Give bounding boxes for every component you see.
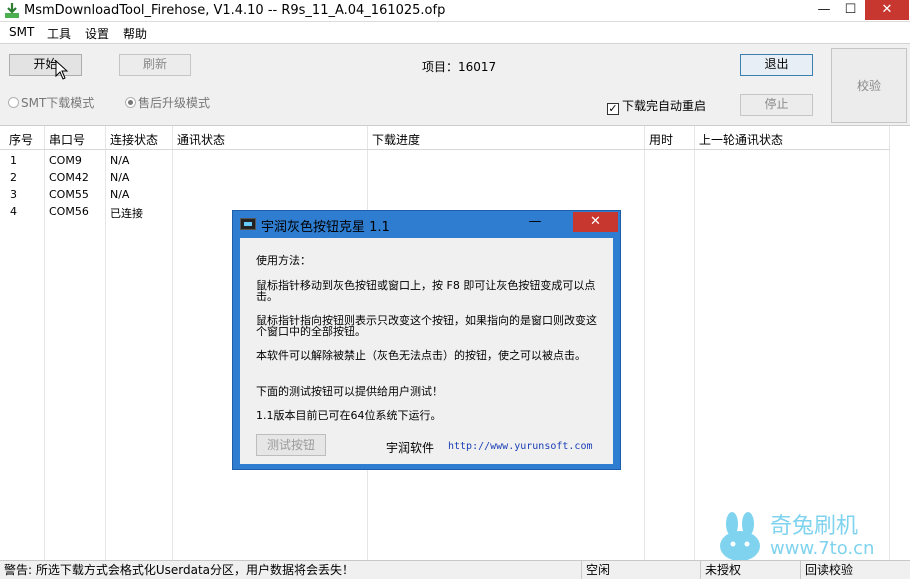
header-connection[interactable]: 连接状态 — [110, 131, 158, 148]
status-warning: 警告: 所选下载方式会格式化Userdata分区，用户数据将会丢失！ — [0, 561, 582, 579]
menu-bar: SMT 工具 设置 帮助 — [0, 22, 910, 43]
cell-connection: N/A — [110, 188, 130, 201]
table-row[interactable]: 3 COM55 N/A — [0, 186, 890, 203]
cell-connection: N/A — [110, 154, 130, 167]
project-label: 项目：16017 — [422, 60, 497, 74]
stop-button[interactable]: 停止 — [740, 94, 813, 116]
cell-connection: N/A — [110, 171, 130, 184]
header-comm-status[interactable]: 通讯状态 — [177, 131, 225, 148]
close-button[interactable]: ✕ — [865, 0, 909, 20]
cell-connection: 已连接 — [110, 207, 143, 220]
header-progress[interactable]: 下载进度 — [372, 131, 420, 148]
menu-smt[interactable]: SMT — [9, 25, 34, 39]
dialog-titlebar[interactable]: 宇润灰色按钮克星 1.1 — ✕ — [233, 211, 620, 237]
menu-tools[interactable]: 工具 — [47, 25, 71, 42]
maximize-button[interactable]: ☐ — [837, 0, 864, 20]
verify-button[interactable]: 校验 — [831, 48, 907, 123]
minimize-button[interactable]: — — [811, 0, 837, 20]
gray-button-unlocker-dialog: 宇润灰色按钮克星 1.1 — ✕ 使用方法： 鼠标指针移动到灰色按钮或窗口上，按… — [232, 210, 621, 470]
exit-button[interactable]: 退出 — [740, 54, 813, 76]
dialog-close-button[interactable]: ✕ — [573, 212, 618, 232]
radio-sale-label: 售后升级模式 — [138, 96, 211, 110]
header-last-status[interactable]: 上一轮通讯状态 — [699, 131, 783, 148]
window-titlebar: MsmDownloadTool_Firehose, V1.4.10 -- R9s… — [0, 0, 910, 22]
toolbar: 开始 刷新 项目：16017 退出 停止 校验 SMT下载模式 售后升级模式 ✓… — [0, 43, 910, 125]
dialog-brand: 宇润软件 — [386, 441, 435, 455]
download-app-icon — [5, 3, 19, 18]
instruction-para-5: 1.1版本目前已可在64位系统下运行。 — [256, 409, 442, 422]
status-bar: 警告: 所选下载方式会格式化Userdata分区，用户数据将会丢失！ 空闲 未授… — [0, 560, 910, 579]
status-readback: 回读校验 — [805, 563, 854, 577]
menu-settings[interactable]: 设置 — [85, 25, 109, 42]
table-row[interactable]: 2 COM42 N/A — [0, 169, 890, 186]
menu-help[interactable]: 帮助 — [123, 25, 147, 42]
cell-port: COM56 — [49, 205, 89, 218]
cell-index: 4 — [10, 205, 17, 218]
refresh-button[interactable]: 刷新 — [119, 54, 191, 76]
radio-smt-label: SMT下载模式 — [21, 96, 95, 110]
header-index[interactable]: 序号 — [9, 131, 33, 148]
window-title: MsmDownloadTool_Firehose, V1.4.10 -- R9s… — [24, 3, 446, 18]
dialog-title: 宇润灰色按钮克星 1.1 — [261, 220, 390, 235]
radio-smt-download-mode[interactable]: SMT下载模式 — [8, 94, 94, 111]
dialog-body: 使用方法： 鼠标指针移动到灰色按钮或窗口上，按 F8 即可让灰色按钮变成可以点击… — [240, 238, 613, 464]
dialog-minimize-button[interactable]: — — [523, 213, 547, 231]
mouse-pointer-icon — [55, 60, 69, 80]
usage-heading: 使用方法： — [256, 254, 311, 267]
rabbit-logo-icon — [720, 512, 760, 561]
cell-index: 1 — [10, 154, 17, 167]
header-time[interactable]: 用时 — [649, 131, 673, 148]
status-license: 未授权 — [701, 561, 801, 579]
cell-port: COM9 — [49, 154, 82, 167]
test-button[interactable]: 测试按钮 — [256, 434, 326, 456]
watermark: 奇兔刷机 www.7to.cn — [716, 508, 896, 564]
status-state: 空闲 — [582, 561, 701, 579]
radio-aftersale-upgrade-mode[interactable]: 售后升级模式 — [125, 94, 210, 111]
watermark-brand: 奇兔刷机 — [770, 514, 859, 539]
cell-port: COM55 — [49, 188, 89, 201]
cell-index: 3 — [10, 188, 17, 201]
dialog-app-icon — [240, 218, 256, 230]
start-button[interactable]: 开始 — [9, 54, 82, 76]
instruction-para-4: 下面的测试按钮可以提供给用户测试！ — [256, 385, 443, 398]
header-port[interactable]: 串口号 — [49, 131, 85, 148]
instruction-para-2: 鼠标指针指向按钮则表示只改变这个按钮，如果指向的是窗口则改变这个窗口中的全部按钮… — [256, 314, 597, 338]
table-row[interactable]: 1 COM9 N/A — [0, 152, 890, 169]
radio-on-icon — [125, 97, 136, 108]
auto-restart-label: 下载完自动重启 — [622, 99, 707, 113]
instruction-para-1: 鼠标指针移动到灰色按钮或窗口上，按 F8 即可让灰色按钮变成可以点击。 — [256, 279, 596, 303]
dialog-url-link[interactable]: http://www.yurunsoft.com — [448, 441, 593, 452]
watermark-url: www.7to.cn — [770, 538, 875, 559]
cell-port: COM42 — [49, 171, 89, 184]
cell-index: 2 — [10, 171, 17, 184]
radio-off-icon — [8, 97, 19, 108]
table-header: 序号 串口号 连接状态 通讯状态 下载进度 用时 上一轮通讯状态 — [0, 126, 890, 150]
auto-restart-checkbox[interactable]: ✓ 下载完自动重启 — [607, 97, 706, 115]
instruction-para-3: 本软件可以解除被禁止（灰色无法点击）的按钮，使之可以被点击。 — [256, 349, 586, 362]
checkmark-icon: ✓ — [607, 102, 619, 115]
